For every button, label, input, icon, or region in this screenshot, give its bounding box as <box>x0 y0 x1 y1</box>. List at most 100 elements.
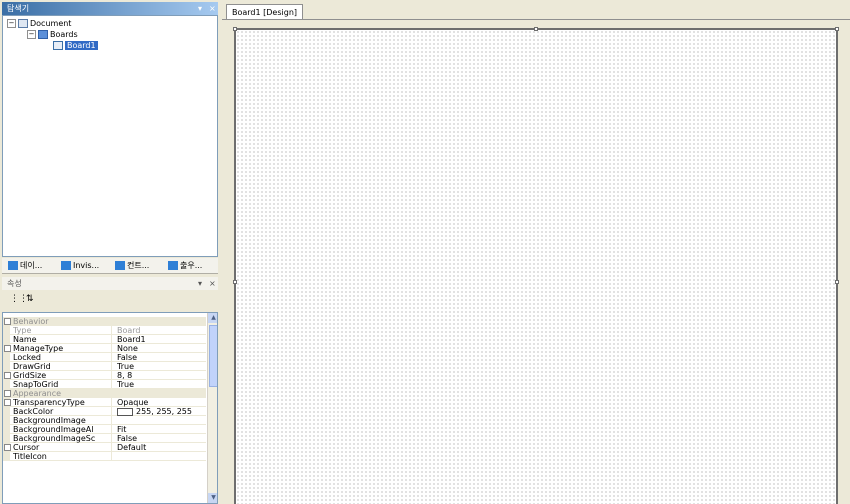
property-value-text: Opaque <box>117 398 149 407</box>
collapse-icon[interactable]: − <box>7 19 16 28</box>
property-name: TransparencyType <box>13 398 112 407</box>
property-name: DrawGrid <box>13 362 112 371</box>
row-gutter <box>3 362 10 371</box>
resize-handle[interactable] <box>835 280 839 284</box>
explorer-title-bar: 탐색기 ▾ × <box>2 2 218 15</box>
collapse-icon[interactable]: − <box>27 30 36 39</box>
property-value[interactable]: True <box>117 380 205 389</box>
property-row[interactable]: BackgroundImage <box>3 416 206 425</box>
property-value[interactable]: Board <box>117 326 205 335</box>
property-value-text: Default <box>117 443 147 452</box>
tab-data[interactable]: 데이... <box>8 260 42 272</box>
property-name: ManageType <box>13 344 112 353</box>
property-row[interactable]: BackColor 255, 255, 255 <box>3 407 206 416</box>
row-gutter <box>3 335 10 344</box>
row-gutter <box>3 371 11 380</box>
property-row[interactable]: GridSize 8, 8 <box>3 371 206 380</box>
property-value[interactable]: None <box>117 344 205 353</box>
properties-title-bar: 속성 ▾ × <box>2 277 218 290</box>
property-value[interactable]: False <box>117 434 205 443</box>
tab-output[interactable]: 출우... <box>168 260 202 272</box>
explorer-tab-strip: 데이... Invis... 컨트... 출우... <box>2 258 218 274</box>
scroll-thumb[interactable] <box>209 325 217 387</box>
row-gutter <box>3 344 11 353</box>
properties-toolbar: ⋮⋮ ⇅ <box>2 292 218 306</box>
property-row[interactable]: DrawGrid True <box>3 362 206 371</box>
property-name: BackgroundImage <box>13 416 112 425</box>
resize-handle[interactable] <box>233 27 237 31</box>
property-value[interactable]: Opaque <box>117 398 205 407</box>
property-value-text: False <box>117 353 138 362</box>
scroll-up-icon[interactable]: ▲ <box>208 313 217 323</box>
pin-icon[interactable]: ▾ <box>198 277 202 290</box>
row-gutter <box>3 416 10 425</box>
left-dock: 탐색기 ▾ × − Document − Boards Board1 데이... I… <box>0 0 220 504</box>
row-gutter <box>3 389 11 398</box>
property-row[interactable]: Locked False <box>3 353 206 362</box>
property-row[interactable]: BackgroundImageSc False <box>3 434 206 443</box>
properties-title: 속성 <box>7 279 22 288</box>
expand-icon[interactable] <box>4 390 11 397</box>
tab-invisible[interactable]: Invis... <box>61 260 99 272</box>
property-value-text: Board <box>117 326 141 335</box>
property-value[interactable]: 8, 8 <box>117 371 205 380</box>
property-category[interactable]: Behavior <box>3 317 206 326</box>
data-icon <box>8 261 18 270</box>
explorer-title: 탐색기 <box>7 4 30 13</box>
close-icon[interactable]: × <box>209 2 216 15</box>
alphabetical-sort-icon[interactable]: ⇅ <box>26 293 34 305</box>
property-value[interactable]: 255, 255, 255 <box>117 407 205 416</box>
expand-icon[interactable] <box>4 444 11 451</box>
row-gutter <box>3 425 10 434</box>
property-row[interactable]: ManageType None <box>3 344 206 353</box>
tab-control[interactable]: 컨트... <box>115 260 149 272</box>
property-value-text: True <box>117 380 134 389</box>
property-grid: Behavior Type Board Name Board1 ManageType Non… <box>2 312 218 504</box>
property-value-text: False <box>117 434 138 443</box>
property-row[interactable]: SnapToGrid True <box>3 380 206 389</box>
property-value[interactable]: True <box>117 362 205 371</box>
explorer-tree: − Document − Boards Board1 <box>2 15 218 257</box>
property-value-text: 255, 255, 255 <box>136 407 192 416</box>
property-name: BackColor <box>13 407 112 416</box>
property-name: SnapToGrid <box>13 380 112 389</box>
tree-item-board1[interactable]: Board1 <box>53 40 98 52</box>
tab-strip-divider <box>222 19 850 20</box>
property-name: Locked <box>13 353 112 362</box>
close-icon[interactable]: × <box>209 277 216 290</box>
resize-handle[interactable] <box>835 27 839 31</box>
category-label: Appearance <box>13 389 62 398</box>
expand-icon[interactable] <box>4 318 11 325</box>
color-swatch <box>117 407 133 416</box>
property-value[interactable]: Board1 <box>117 335 205 344</box>
property-category[interactable]: Appearance <box>3 389 206 398</box>
expand-icon[interactable] <box>4 399 11 406</box>
property-row[interactable]: TitleIcon <box>3 452 206 461</box>
scroll-down-icon[interactable]: ▼ <box>208 493 217 503</box>
property-row[interactable]: TransparencyType Opaque <box>3 398 206 407</box>
property-row[interactable]: Cursor Default <box>3 443 206 452</box>
property-value[interactable]: Default <box>117 443 205 452</box>
property-value-text: 8, 8 <box>117 371 133 380</box>
row-gutter <box>3 326 10 335</box>
tree-item-label: Boards <box>50 30 78 39</box>
expand-icon[interactable] <box>4 372 11 379</box>
property-row[interactable]: Name Board1 <box>3 335 206 344</box>
row-gutter <box>3 443 11 452</box>
property-value-text: Board1 <box>117 335 146 344</box>
property-value[interactable]: False <box>117 353 205 362</box>
category-label: Behavior <box>13 317 49 326</box>
resize-handle[interactable] <box>534 27 538 31</box>
row-gutter <box>3 452 10 461</box>
expand-icon[interactable] <box>4 345 11 352</box>
boards-folder-icon <box>38 30 48 39</box>
design-surface[interactable] <box>233 27 839 504</box>
property-grid-scrollbar[interactable]: ▲ ▼ <box>207 313 217 503</box>
property-value[interactable]: Fit <box>117 425 205 434</box>
tab-board1-design[interactable]: Board1 [Design] <box>226 4 304 20</box>
property-row[interactable]: BackgroundImageAl Fit <box>3 425 206 434</box>
property-row[interactable]: Type Board <box>3 326 206 335</box>
resize-handle[interactable] <box>233 280 237 284</box>
property-name: Type <box>13 326 112 335</box>
pin-icon[interactable]: ▾ <box>198 2 202 15</box>
